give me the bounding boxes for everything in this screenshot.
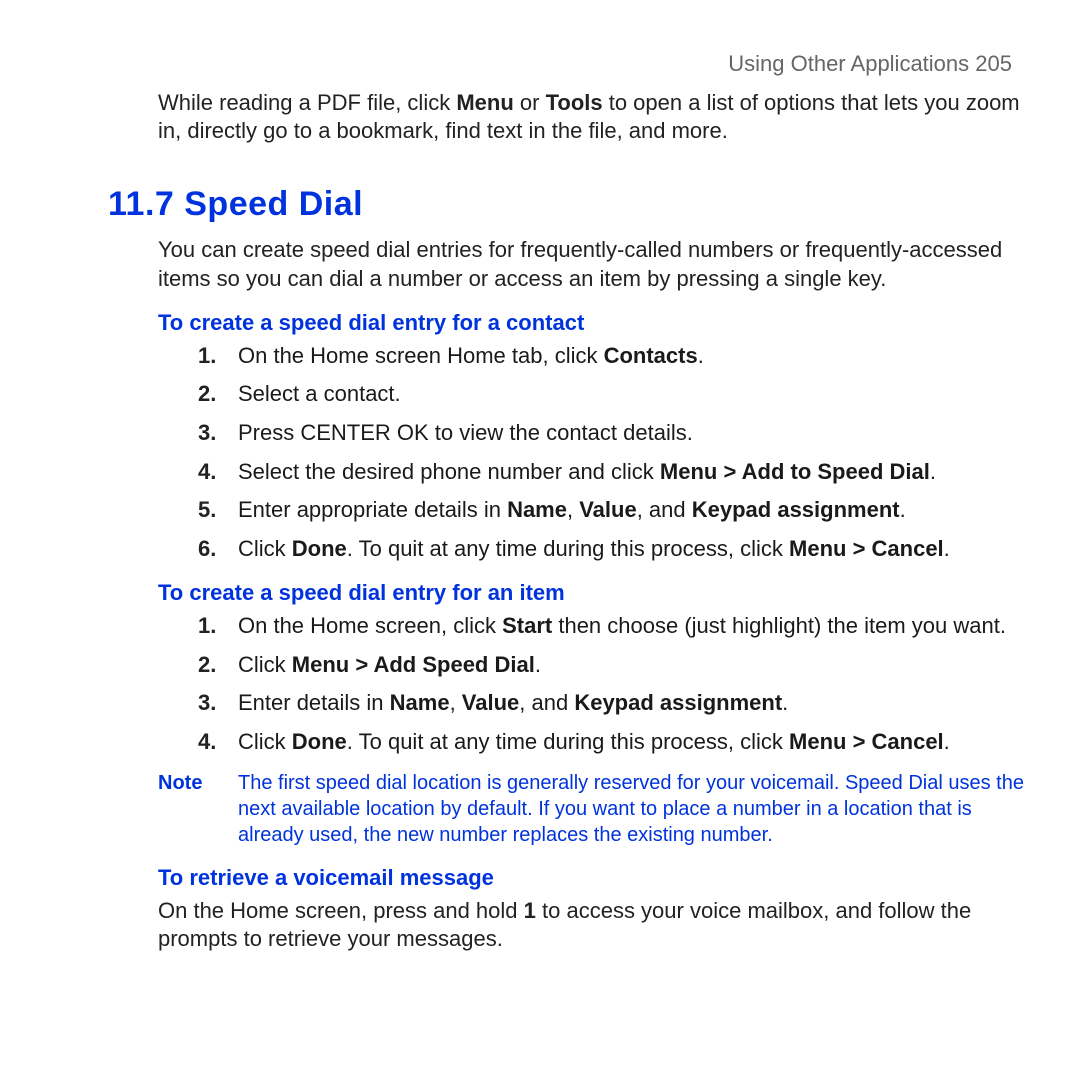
- list-item: 2. Click Menu > Add Speed Dial.: [158, 651, 1032, 680]
- list-item: 3. Press CENTER OK to view the contact d…: [158, 419, 1032, 448]
- list-item: 6. Click Done. To quit at any time durin…: [158, 535, 1032, 564]
- list-item: 5. Enter appropriate details in Name, Va…: [158, 496, 1032, 525]
- list-item: 3. Enter details in Name, Value, and Key…: [158, 689, 1032, 718]
- steps-create-item: 1. On the Home screen, click Start then …: [158, 612, 1032, 756]
- subheading-create-contact: To create a speed dial entry for a conta…: [158, 309, 1032, 338]
- note-block: Note The first speed dial location is ge…: [158, 770, 1032, 848]
- note-body: The first speed dial location is general…: [232, 770, 1032, 848]
- steps-create-contact: 1. On the Home screen Home tab, click Co…: [158, 342, 1032, 564]
- list-item: 2. Select a contact.: [158, 380, 1032, 409]
- page-number: 205: [975, 51, 1012, 76]
- list-item: 1. On the Home screen, click Start then …: [158, 612, 1032, 641]
- document-page: Using Other Applications 205 While readi…: [0, 0, 1080, 1080]
- section-intro-paragraph: You can create speed dial entries for fr…: [158, 236, 1032, 293]
- list-item: 4. Select the desired phone number and c…: [158, 458, 1032, 487]
- running-title: Using Other Applications: [728, 51, 969, 76]
- list-item: 4. Click Done. To quit at any time durin…: [158, 728, 1032, 757]
- running-header: Using Other Applications 205: [48, 50, 1032, 79]
- voicemail-paragraph: On the Home screen, press and hold 1 to …: [158, 897, 1032, 954]
- subheading-voicemail: To retrieve a voicemail message: [158, 864, 1032, 893]
- list-item: 1. On the Home screen Home tab, click Co…: [158, 342, 1032, 371]
- subheading-create-item: To create a speed dial entry for an item: [158, 579, 1032, 608]
- section-heading-speed-dial: 11.7 Speed Dial: [108, 182, 1032, 226]
- pdf-intro-paragraph: While reading a PDF file, click Menu or …: [158, 89, 1032, 146]
- note-label: Note: [158, 770, 232, 848]
